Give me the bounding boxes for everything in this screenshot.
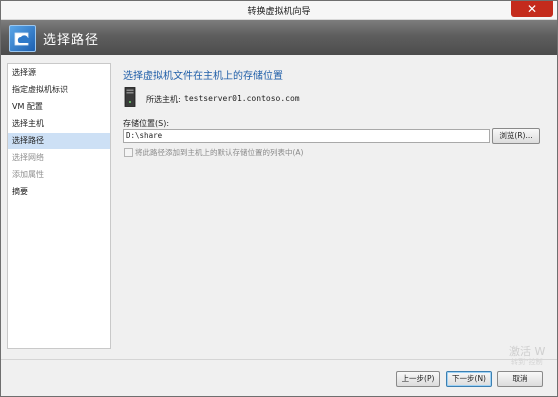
nav-item-add-properties: 添加属性 [12,170,44,179]
wizard-window: 转换虚拟机向导 ✕ 选择路径 选择源 指定虚拟机标识 VM 配置 选择主机 选择… [0,0,558,397]
close-button[interactable]: ✕ [511,1,553,17]
page-title: 选择路径 [43,33,100,48]
host-label: 所选主机: [146,95,181,104]
nav-item-vm-config[interactable]: VM 配置 [8,99,110,115]
browse-button[interactable]: 浏览(R)... [492,128,540,144]
storage-location-input[interactable]: D:\share [123,129,490,143]
nav-item-select-source[interactable]: 选择源 [8,65,110,81]
add-default-path-checkbox[interactable] [124,148,133,157]
window-title: 转换虚拟机向导 [247,7,311,17]
cancel-button[interactable]: 取消 [497,371,543,387]
page-header: 选择路径 [1,20,557,55]
host-value: testserver01.contoso.com [184,94,300,103]
close-icon: ✕ [526,2,538,16]
nav-item-select-host[interactable]: 选择主机 [8,116,110,132]
content-heading: 选择虚拟机文件在主机上的存储位置 [123,71,283,82]
next-button[interactable]: 下一步(N) [446,371,492,387]
nav-item-summary[interactable]: 摘要 [8,184,110,200]
server-icon [124,87,136,107]
nav-item-select-path[interactable]: 选择路径 [8,133,110,149]
storage-location-label: 存储位置(S): [123,119,170,128]
wizard-step-nav: 选择源 指定虚拟机标识 VM 配置 选择主机 选择路径 选择网络 添加属性 摘要 [7,63,111,349]
cloud-page-icon [9,25,36,52]
footer-divider [1,359,557,360]
title-bar: 转换虚拟机向导 ✕ [1,1,557,20]
nav-item-select-network: 选择网络 [12,153,44,162]
nav-item-vm-identity[interactable]: 指定虚拟机标识 [8,82,110,98]
add-default-path-label: 将此路径添加到主机上的默认存储位置的列表中(A) [135,148,304,157]
previous-button[interactable]: 上一步(P) [396,371,440,387]
